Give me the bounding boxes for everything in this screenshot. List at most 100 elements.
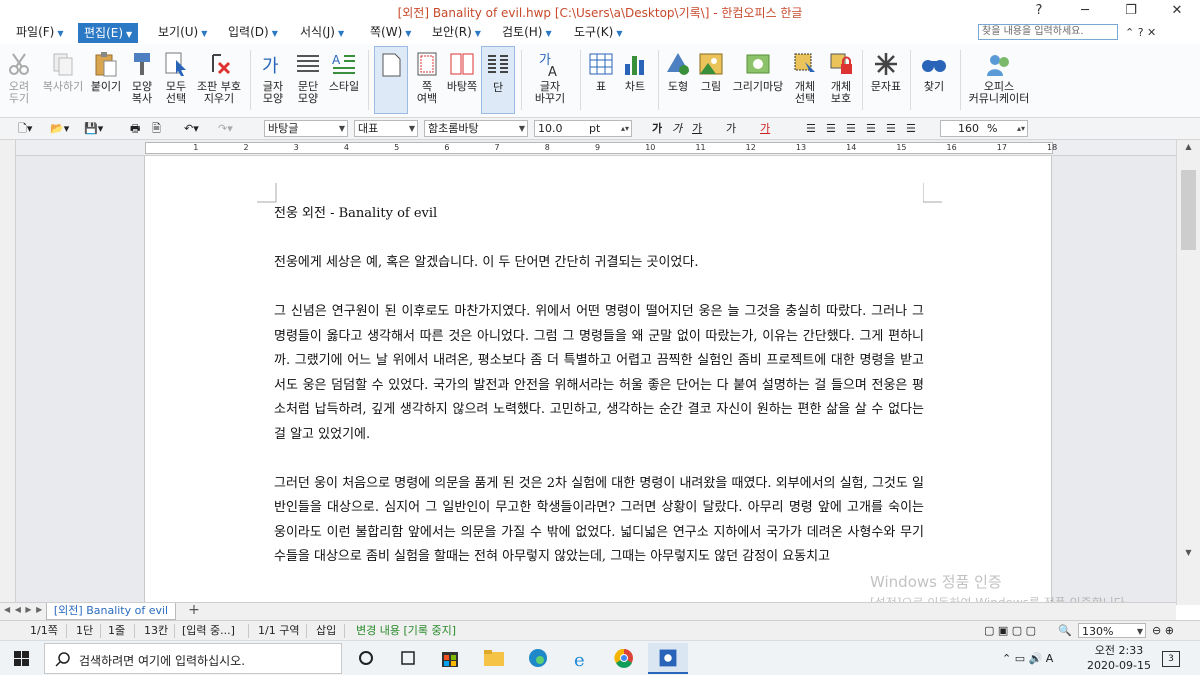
view-mode-icons[interactable]: ▢ ▣ ▢ ▢ (984, 624, 1036, 638)
preview-icon[interactable]: 🗎 (152, 121, 161, 137)
taskbar-search[interactable]: 검색하려면 여기에 입력하십시오. (44, 643, 342, 674)
ruler-number: 14 (846, 143, 857, 152)
menu-insert[interactable]: 입력(D) ▼ (228, 22, 278, 42)
hwp-app-icon[interactable] (648, 643, 688, 674)
align-right-icon[interactable]: ☰ (866, 121, 876, 137)
ruler[interactable]: 1 2 3 4 5 6 7 8 9 10 11 12 13 14 15 16 17 18 (0, 140, 1200, 156)
open-folder-icon[interactable]: 📂▾ (50, 121, 69, 137)
select-all-button[interactable]: 모두 선택 (160, 46, 192, 114)
align-distribute-icon[interactable]: ☰ (886, 121, 896, 137)
close-button[interactable]: ✕ (1154, 0, 1200, 22)
master-page-button[interactable]: 바탕쪽 (446, 46, 478, 114)
tab-document[interactable]: [외전] Banality of evil (46, 603, 176, 620)
table-button[interactable]: 표 (586, 46, 616, 114)
font-select[interactable]: 함초롬바탕 ▼ (424, 120, 528, 137)
menu-security[interactable]: 보안(R) ▼ (432, 22, 481, 42)
ribbon-separator (910, 50, 911, 110)
cut-button[interactable]: 오려 두기 (2, 46, 36, 114)
shape-button[interactable]: 도형 (662, 46, 694, 114)
status-page[interactable]: 1/1쪽 (30, 624, 58, 638)
chrome-icon[interactable] (604, 643, 644, 674)
search-icon (55, 652, 70, 667)
font-color-button[interactable]: 가 (760, 121, 770, 137)
add-tab-button[interactable]: + (180, 603, 208, 620)
communicator-button[interactable]: 오피스 커뮤니케이터 (964, 46, 1034, 114)
new-doc-icon[interactable]: 🗋▾ (18, 121, 32, 137)
paragraph: 그러던 웅이 처음으로 명령에 의문을 품게 된 것은 2차 실험에 대한 명령… (274, 475, 924, 565)
document-page[interactable]: 전웅 외전 - Banality of evil 전웅에게 세상은 예, 혹은 … (144, 156, 1052, 602)
scroll-thumb[interactable] (1181, 170, 1196, 250)
page-margin-button[interactable]: 쪽 여백 (410, 46, 444, 114)
status-insert[interactable]: 삽입 (316, 624, 336, 638)
columns-button[interactable]: 단 (481, 46, 515, 114)
zoom-out-icon[interactable]: 🔍 (1058, 624, 1072, 638)
ruler-number: 17 (996, 143, 1007, 152)
align-divide-icon[interactable]: ☰ (906, 121, 916, 137)
picture-button[interactable]: 그림 (696, 46, 726, 114)
status-track-changes[interactable]: 변경 내용 [기록 중지] (356, 624, 456, 638)
symbol-button[interactable]: 문자표 (866, 46, 906, 114)
zoom-in-icon[interactable]: ⊖ ⊕ (1152, 624, 1174, 638)
document-area[interactable]: 전웅 외전 - Banality of evil 전웅에게 세상은 예, 혹은 … (16, 156, 1176, 602)
clock[interactable]: 오전 2:33 2020-09-15 (1086, 643, 1152, 673)
italic-button[interactable]: 가 (672, 121, 682, 137)
menu-page[interactable]: 쪽(W) ▼ (370, 22, 411, 42)
menu-format[interactable]: 서식(J) ▼ (300, 22, 344, 42)
strike-button[interactable]: 가 (726, 121, 736, 137)
clipart-button[interactable]: 그리기마당 (730, 46, 786, 114)
scroll-up-icon[interactable]: ▲ (1181, 142, 1196, 156)
align-left-icon[interactable]: ☰ (826, 121, 836, 137)
undo-icon[interactable]: ↶▾ (184, 121, 199, 137)
style-select[interactable]: 바탕글 ▼ (264, 120, 348, 137)
chart-button[interactable]: 차트 (618, 46, 652, 114)
internet-explorer-icon[interactable]: e (562, 643, 602, 674)
task-view-icon[interactable] (346, 643, 386, 674)
find-button[interactable]: 찾기 (914, 46, 954, 114)
copy-button[interactable]: 복사하기 (38, 46, 88, 114)
bold-button[interactable]: 가 (652, 121, 662, 137)
align-center-icon[interactable]: ☰ (846, 121, 856, 137)
menu-review[interactable]: 검토(H) ▼ (502, 22, 552, 42)
help-button[interactable]: ? (1016, 0, 1062, 22)
char-shape-button[interactable]: 가 글자 모양 (256, 46, 290, 114)
save-icon[interactable]: 💾▾ (84, 121, 103, 137)
scroll-down-icon[interactable]: ▼ (1181, 548, 1196, 562)
menu-edit[interactable]: 편집(E) ▼ (78, 23, 139, 43)
minimize-button[interactable]: ─ (1062, 0, 1108, 22)
menu-view[interactable]: 보기(U) ▼ (158, 22, 207, 42)
object-select-button[interactable]: 개체 선택 (788, 46, 822, 114)
char-replace-button[interactable]: 가A 글자 바꾸기 (528, 46, 572, 114)
search-input[interactable]: 찾을 내용을 입력하세요. (978, 24, 1118, 40)
underline-button[interactable]: 가 (692, 121, 702, 137)
menu-tools[interactable]: 도구(K) ▼ (574, 22, 622, 42)
tray-icons[interactable]: ⌃ ▭ 🔊 A (1002, 652, 1053, 665)
ribbon-controls[interactable]: ⌃ ? ✕ (1125, 26, 1156, 39)
edge-icon[interactable] (518, 643, 558, 674)
align-justify-icon[interactable]: ☰ (806, 121, 816, 137)
language-select[interactable]: 대표 ▼ (354, 120, 418, 137)
ruler-number: 7 (494, 143, 500, 152)
file-explorer-icon[interactable] (474, 643, 514, 674)
style-button[interactable]: A 스타일 (326, 46, 362, 114)
line-spacing-field[interactable]: 160% ▴▾ (940, 120, 1028, 137)
maximize-button[interactable]: ❐ (1108, 0, 1154, 22)
store-icon[interactable] (430, 643, 470, 674)
format-copy-button[interactable]: 모양 복사 (126, 46, 158, 114)
windows-start-icon[interactable] (0, 641, 44, 675)
format-painter-icon (134, 53, 150, 75)
page-layout-button[interactable] (374, 46, 408, 114)
tab-nav-arrows[interactable]: ◀ ◀ ▶ ▶ (4, 605, 43, 614)
document-body[interactable]: 전웅 외전 - Banality of evil 전웅에게 세상은 예, 혹은 … (274, 202, 924, 594)
para-shape-button[interactable]: 문단 모양 (292, 46, 324, 114)
paste-button[interactable]: 붙이기 (90, 46, 122, 114)
vertical-scrollbar[interactable]: ▲ ▼ (1176, 140, 1200, 605)
clear-format-button[interactable]: 조판 부호 지우기 (194, 46, 244, 114)
object-protect-button[interactable]: 개체 보호 (824, 46, 858, 114)
zoom-select[interactable]: 130% ▼ (1078, 623, 1146, 638)
task-switcher-icon[interactable] (388, 643, 428, 674)
notification-badge[interactable]: 3 (1162, 651, 1180, 667)
redo-icon[interactable]: ↷▾ (218, 121, 233, 137)
font-size-field[interactable]: 10.0 pt ▴▾ (534, 120, 632, 137)
print-icon[interactable]: 🖶 (130, 121, 140, 137)
menu-file[interactable]: 파일(F) ▼ (16, 22, 64, 42)
